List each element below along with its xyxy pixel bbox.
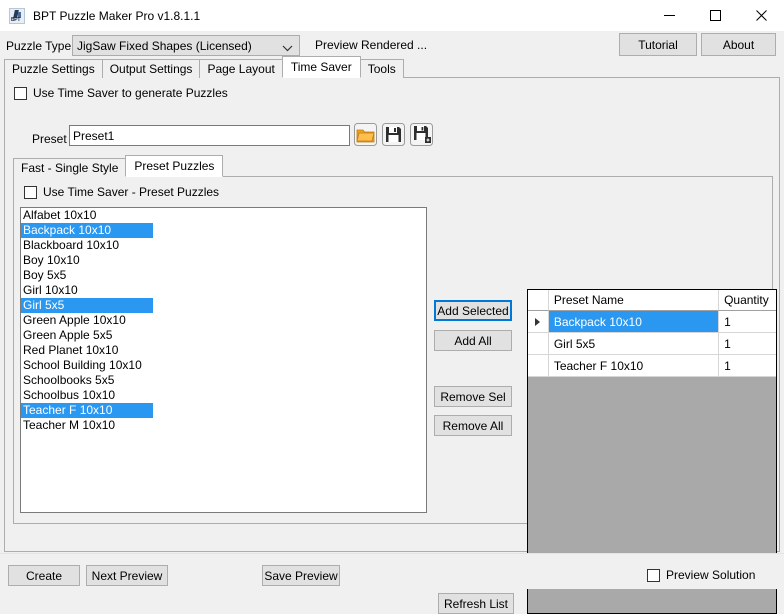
grid-header-row: Preset NameQuantity [528, 290, 776, 311]
window-controls [646, 0, 784, 31]
grid-cell-preset-name[interactable]: Backpack 10x10 [549, 311, 719, 333]
tab-page-layout[interactable]: Page Layout [199, 59, 282, 78]
folder-open-icon[interactable] [353, 122, 378, 147]
add-all-button[interactable]: Add All [434, 330, 512, 351]
app-icon-text: BPT [11, 18, 20, 23]
chevron-down-icon [282, 41, 293, 55]
puzzle-type-label: Puzzle Type [6, 39, 71, 53]
title-bar: BPT BPT Puzzle Maker Pro v1.8.1.1 [0, 0, 784, 32]
row-selector-arrow-icon[interactable] [528, 311, 549, 333]
list-item[interactable]: Green Apple 10x10 [21, 313, 426, 328]
table-row[interactable]: Girl 5x51 [528, 333, 776, 355]
next-preview-button[interactable]: Next Preview [86, 565, 168, 586]
preview-solution-label: Preview Solution [666, 568, 755, 582]
tutorial-button[interactable]: Tutorial [619, 33, 697, 56]
list-item[interactable]: Girl 10x10 [21, 283, 426, 298]
list-item[interactable]: Green Apple 5x5 [21, 328, 426, 343]
list-item[interactable]: Schoolbooks 5x5 [21, 373, 426, 388]
save-preview-button[interactable]: Save Preview [262, 565, 340, 586]
grid-column-header[interactable] [528, 290, 549, 311]
grid-cell-preset-name[interactable]: Teacher F 10x10 [549, 355, 719, 377]
grid-column-header[interactable]: Preset Name [549, 290, 719, 311]
list-item[interactable]: Red Planet 10x10 [21, 343, 426, 358]
main-tab-strip: Puzzle Settings Output Settings Page Lay… [4, 57, 780, 78]
floppy-save-as-icon[interactable] [409, 122, 434, 147]
preview-solution-checkbox[interactable]: Preview Solution [647, 568, 755, 582]
table-row[interactable]: Backpack 10x101 [528, 311, 776, 333]
use-preset-puzzles-checkbox[interactable]: Use Time Saver - Preset Puzzles [24, 185, 219, 199]
available-presets-listbox[interactable]: Alfabet 10x10Backpack 10x10Blackboard 10… [20, 207, 427, 513]
add-selected-button[interactable]: Add Selected [434, 300, 512, 321]
remove-selected-button[interactable]: Remove Sel [434, 386, 512, 407]
use-preset-puzzles-label: Use Time Saver - Preset Puzzles [43, 185, 219, 199]
list-item[interactable]: Boy 10x10 [21, 253, 426, 268]
preset-label: Preset [32, 132, 67, 146]
floppy-save-icon[interactable] [381, 122, 406, 147]
inner-tab-strip: Fast - Single Style Preset Puzzles [13, 155, 773, 177]
grid-cell-quantity[interactable]: 1 [719, 333, 776, 355]
refresh-list-button[interactable]: Refresh List [438, 593, 514, 614]
time-saver-panel: Use Time Saver to generate Puzzles Prese… [4, 77, 780, 552]
tab-time-saver[interactable]: Time Saver [282, 56, 361, 78]
app-icon: BPT [9, 8, 25, 24]
close-icon[interactable] [738, 0, 784, 31]
grid-cell-preset-name[interactable]: Girl 5x5 [549, 333, 719, 355]
grid-column-header[interactable]: Quantity [719, 290, 776, 311]
maximize-icon[interactable] [692, 0, 738, 31]
list-item[interactable]: Teacher F 10x10 [21, 403, 153, 418]
checkbox-box [24, 186, 37, 199]
grid-cell-quantity[interactable]: 1 [719, 311, 776, 333]
list-item[interactable]: Girl 5x5 [21, 298, 153, 313]
tab-output-settings[interactable]: Output Settings [102, 59, 201, 78]
remove-all-button[interactable]: Remove All [434, 415, 512, 436]
list-item[interactable]: Alfabet 10x10 [21, 208, 426, 223]
checkbox-box [647, 569, 660, 582]
table-row[interactable]: Teacher F 10x101 [528, 355, 776, 377]
list-item[interactable]: Backpack 10x10 [21, 223, 153, 238]
list-item[interactable]: Teacher M 10x10 [21, 418, 426, 433]
list-item[interactable]: Schoolbus 10x10 [21, 388, 426, 403]
about-button[interactable]: About [701, 33, 776, 56]
puzzle-type-combobox[interactable]: JigSaw Fixed Shapes (Licensed) [72, 35, 300, 56]
tab-preset-puzzles[interactable]: Preset Puzzles [125, 155, 223, 177]
checkbox-box [14, 87, 27, 100]
grid-cell-quantity[interactable]: 1 [719, 355, 776, 377]
minimize-icon[interactable] [646, 0, 692, 31]
tab-fast-single-style[interactable]: Fast - Single Style [13, 158, 126, 177]
tab-tools[interactable]: Tools [360, 59, 404, 78]
row-selector[interactable] [528, 355, 549, 377]
create-button[interactable]: Create [8, 565, 80, 586]
bottom-bar: Create Next Preview Save Preview Preview… [0, 553, 784, 589]
use-time-saver-label: Use Time Saver to generate Puzzles [33, 86, 228, 100]
use-time-saver-checkbox[interactable]: Use Time Saver to generate Puzzles [14, 86, 228, 100]
window-title: BPT Puzzle Maker Pro v1.8.1.1 [33, 9, 200, 23]
row-selector[interactable] [528, 333, 549, 355]
puzzle-type-value: JigSaw Fixed Shapes (Licensed) [77, 39, 252, 53]
list-item[interactable]: Blackboard 10x10 [21, 238, 426, 253]
list-item[interactable]: School Building 10x10 [21, 358, 426, 373]
list-item[interactable]: Boy 5x5 [21, 268, 426, 283]
preview-status-text: Preview Rendered ... [315, 38, 427, 52]
tab-puzzle-settings[interactable]: Puzzle Settings [4, 59, 103, 78]
preset-input[interactable] [69, 125, 350, 146]
